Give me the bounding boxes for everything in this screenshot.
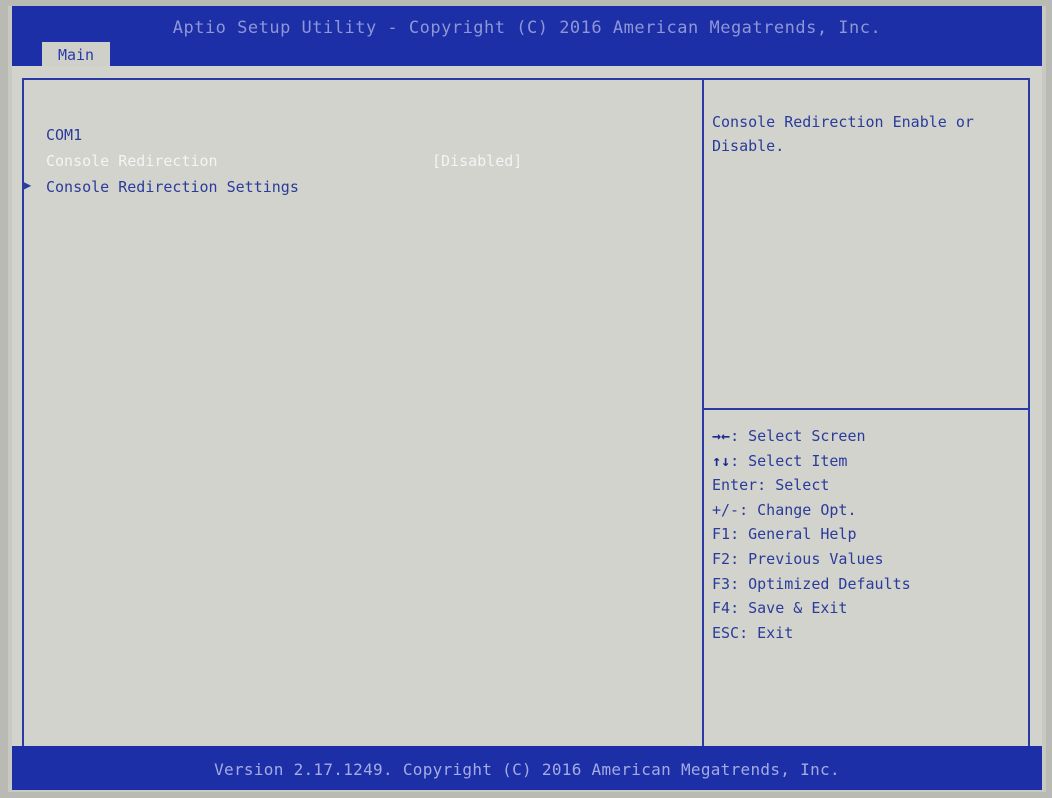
console-redirection-settings-item[interactable]: Console Redirection Settings	[46, 178, 299, 196]
bios-window: Aptio Setup Utility - Copyright (C) 2016…	[8, 6, 1046, 792]
help-separator	[704, 408, 1030, 410]
section-label-com1: COM1	[46, 126, 83, 144]
console-redirection-value[interactable]: [Disabled]	[432, 152, 522, 170]
up-down-arrows-icon: ↑↓	[712, 451, 731, 470]
key-legend: →←: Select Screen ↑↓: Select Item Enter:…	[712, 424, 1028, 645]
header-bar: Aptio Setup Utility - Copyright (C) 2016…	[12, 6, 1042, 68]
key-enter: Enter: Select	[712, 476, 830, 495]
key-change-opt: +/-: Change Opt.	[712, 500, 857, 519]
key-select-item: ↑↓: Select Item	[712, 451, 848, 470]
key-f2: F2: Previous Values	[712, 549, 884, 568]
version-text: Version 2.17.1249. Copyright (C) 2016 Am…	[214, 760, 840, 779]
help-description: Console Redirection Enable or Disable.	[712, 113, 974, 155]
key-f3: F3: Optimized Defaults	[712, 574, 911, 593]
help-panel	[704, 78, 1030, 756]
tab-main[interactable]: Main	[42, 42, 110, 68]
key-select-screen: →←: Select Screen	[712, 427, 866, 445]
main-screen: COM1 Console Redirection [Disabled] ▶ Co…	[12, 66, 1042, 756]
submenu-arrow-icon: ▶	[24, 178, 32, 192]
app-title: Aptio Setup Utility - Copyright (C) 2016…	[172, 18, 882, 38]
console-redirection-item[interactable]: Console Redirection	[46, 152, 218, 170]
footer-bar: Version 2.17.1249. Copyright (C) 2016 Am…	[12, 746, 1042, 790]
key-esc: ESC: Exit	[712, 623, 794, 642]
key-f1: F1: General Help	[712, 525, 857, 544]
left-right-arrows-icon: →←	[712, 427, 731, 445]
key-f4: F4: Save & Exit	[712, 599, 848, 618]
